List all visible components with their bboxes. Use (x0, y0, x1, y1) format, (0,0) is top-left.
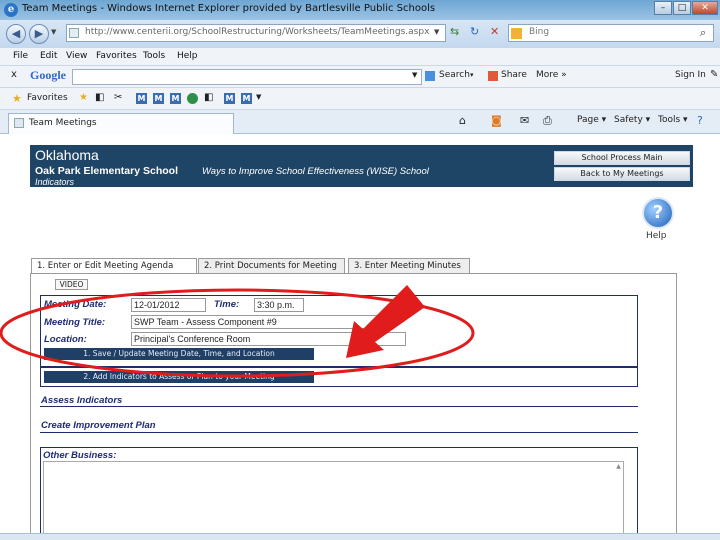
google-search-icon (425, 71, 435, 81)
favorites-more-icon[interactable]: ▼ (256, 93, 261, 101)
google-search-button[interactable]: Search (439, 70, 470, 80)
meeting-date-field[interactable]: 12-01/2012 (131, 298, 206, 312)
school-name: Oak Park Elementary School (35, 165, 178, 177)
tab-meeting-minutes[interactable]: 3. Enter Meeting Minutes (348, 258, 470, 273)
wise-subtitle: Ways to Improve School Effectiveness (WI… (202, 166, 429, 177)
other-business-textarea[interactable] (43, 461, 624, 540)
google-search-input[interactable] (72, 69, 422, 85)
url-field[interactable]: http://www.centerii.org/SchoolRestructur… (66, 24, 446, 42)
url-dropdown-icon[interactable]: ▼ (434, 28, 439, 36)
menu-help[interactable]: Help (177, 51, 198, 61)
menu-favorites[interactable]: Favorites (96, 51, 137, 61)
favorite-m-icon[interactable]: M (241, 93, 252, 104)
indicators-subtitle: Indicators (35, 177, 75, 187)
favorite-m-icon[interactable]: M (224, 93, 235, 104)
improvement-plan-label: Create Improvement Plan (41, 420, 156, 431)
menu-tools[interactable]: Tools (143, 51, 165, 61)
tab-favicon-icon (14, 118, 24, 128)
favorite-m-icon[interactable]: M (170, 93, 181, 104)
maximize-button[interactable]: □ (673, 1, 691, 15)
print-icon[interactable]: ⎙ (543, 114, 552, 128)
more-button[interactable]: More » (536, 70, 567, 80)
favorites-star-icon: ★ (12, 92, 22, 105)
search-dropdown-icon[interactable]: ▾ (470, 71, 474, 79)
search-placeholder: Bing (529, 27, 550, 37)
minimize-button[interactable]: – (654, 1, 672, 15)
page-menu[interactable]: Page ▾ (577, 115, 606, 125)
scroll-up-icon[interactable]: ▲ (614, 462, 623, 471)
web-slice-icon[interactable]: ✂ (114, 92, 122, 103)
save-meeting-button[interactable]: 1. Save / Update Meeting Date, Time, and… (44, 348, 314, 360)
favorite-page-icon[interactable]: ◧ (204, 92, 213, 103)
tab-enter-agenda[interactable]: 1. Enter or Edit Meeting Agenda (31, 258, 197, 274)
state-name: Oklahoma (35, 147, 99, 163)
feeds-icon[interactable]: ◙ (491, 114, 502, 127)
share-button[interactable]: Share (501, 70, 527, 80)
assess-section (40, 387, 638, 407)
address-toolbar: ◀ ▶ ▼ http://www.centerii.org/SchoolRest… (0, 20, 720, 48)
stop-icon[interactable]: ✕ (490, 25, 499, 38)
tab-bar: Team Meetings ⌂ ◙ ✉ ⎙ Page ▾ Safety ▾ To… (0, 110, 720, 134)
tools-menu[interactable]: Tools ▾ (658, 115, 688, 125)
school-banner: Oklahoma Oak Park Elementary School Ways… (30, 145, 693, 187)
sign-in-button[interactable]: Sign In (675, 70, 706, 80)
close-toolbar-icon[interactable]: x (11, 69, 17, 80)
help-label[interactable]: Help (646, 231, 667, 241)
favorites-bar: ★ Favorites ★ ◧ ✂ M M M ◧ M M ▼ (0, 88, 720, 110)
google-toolbar: x Google ▼ Search ▾ Share More » Sign In… (0, 66, 720, 88)
wrench-icon[interactable]: ✎ (710, 69, 718, 80)
location-field[interactable]: Principal's Conference Room (131, 332, 406, 346)
forward-icon[interactable]: ▶ (29, 24, 49, 44)
home-icon[interactable]: ⌂ (459, 114, 466, 127)
history-dropdown-icon[interactable]: ▼ (51, 28, 56, 36)
add-indicators-button[interactable]: 2. Add Indicators to Assess or Plan to y… (44, 371, 314, 383)
window-titlebar: e Team Meetings - Windows Internet Explo… (0, 0, 720, 20)
meeting-date-label: Meeting Date: (44, 299, 107, 310)
back-to-meetings-button[interactable]: Back to My Meetings (554, 167, 690, 181)
add-favorite-icon[interactable]: ★ (79, 92, 88, 103)
status-bar (0, 533, 720, 540)
menu-bar: File Edit View Favorites Tools Help (0, 48, 720, 66)
bing-icon (511, 28, 522, 39)
school-process-main-button[interactable]: School Process Main (554, 151, 690, 165)
browser-tab-team-meetings[interactable]: Team Meetings (8, 113, 234, 134)
refresh-icon[interactable]: ↻ (470, 25, 479, 38)
browser-tab-label: Team Meetings (29, 118, 97, 128)
search-icon[interactable]: ⌕ (700, 26, 706, 40)
video-button[interactable]: VIDEO (55, 279, 88, 290)
favorite-m-icon[interactable]: M (153, 93, 164, 104)
assess-indicators-label: Assess Indicators (41, 395, 123, 406)
time-field[interactable]: 3:30 p.m. (254, 298, 304, 312)
google-dropdown-icon[interactable]: ▼ (412, 71, 417, 79)
ie-logo-icon: e (4, 3, 18, 17)
mail-icon[interactable]: ✉ (520, 114, 529, 127)
help-menu-icon[interactable]: ? (697, 114, 703, 127)
window-title: Team Meetings - Windows Internet Explore… (22, 3, 436, 14)
meeting-title-label: Meeting Title: (44, 317, 106, 328)
search-field[interactable]: Bing (508, 24, 714, 42)
other-business-label: Other Business: (43, 450, 117, 461)
menu-file[interactable]: File (13, 51, 28, 61)
back-icon[interactable]: ◀ (6, 24, 26, 44)
suggested-sites-icon[interactable]: ◧ (95, 92, 104, 103)
location-label: Location: (44, 334, 87, 345)
url-text: http://www.centerii.org/SchoolRestructur… (85, 27, 430, 37)
page-favicon-icon (69, 28, 79, 38)
time-label: Time: (214, 299, 240, 310)
favorite-m-icon[interactable]: M (136, 93, 147, 104)
favorites-button[interactable]: Favorites (27, 93, 68, 103)
share-icon (488, 71, 498, 81)
menu-view[interactable]: View (66, 51, 87, 61)
help-icon[interactable]: ? (642, 197, 674, 229)
meeting-title-field[interactable]: SWP Team - Assess Component #9 (131, 315, 393, 329)
improve-divider (40, 432, 638, 433)
google-logo: Google (30, 68, 66, 82)
menu-edit[interactable]: Edit (40, 51, 57, 61)
favorite-globe-icon[interactable] (187, 93, 198, 104)
close-window-button[interactable]: ✕ (692, 1, 718, 15)
tab-print-documents[interactable]: 2. Print Documents for Meeting (198, 258, 345, 273)
compatibility-view-icon[interactable]: ⇆ (450, 25, 459, 38)
safety-menu[interactable]: Safety ▾ (614, 115, 650, 125)
